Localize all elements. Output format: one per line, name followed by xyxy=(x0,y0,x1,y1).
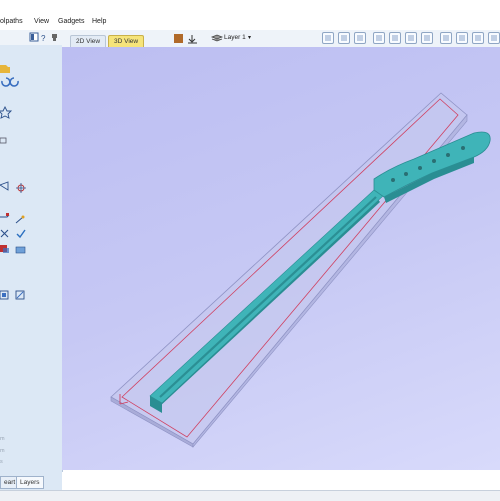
panel-text-3: s xyxy=(0,459,3,465)
menu-bar: olpaths View Gadgets Help xyxy=(0,15,500,29)
import-icon[interactable] xyxy=(188,35,197,44)
image-icon[interactable] xyxy=(15,246,26,254)
layout-icon[interactable] xyxy=(29,32,39,42)
menu-help[interactable]: Help xyxy=(92,18,106,25)
layer-selector[interactable]: Layer 1 xyxy=(224,34,246,41)
folder-icon[interactable] xyxy=(0,65,10,73)
svg-text:?: ? xyxy=(41,34,46,43)
chevron-down-icon[interactable]: ▾ xyxy=(248,34,251,41)
view-top-icon[interactable] xyxy=(338,32,350,44)
pin-icon[interactable] xyxy=(52,34,57,41)
tab-layers[interactable]: Layers xyxy=(16,476,44,489)
left-panel-toolbar-icons: ? xyxy=(29,32,57,43)
measure-icon[interactable] xyxy=(15,215,25,224)
drawing-tools-panel: m m s xyxy=(0,45,63,472)
redo-icon[interactable] xyxy=(9,77,19,87)
help-icon[interactable]: ? xyxy=(41,34,46,43)
panel-tab-strip: eart Layers xyxy=(0,472,62,490)
lighting-icon[interactable] xyxy=(488,32,500,44)
zoom-extents-icon[interactable] xyxy=(322,32,334,44)
3d-viewport[interactable] xyxy=(62,47,500,470)
material-icon[interactable] xyxy=(472,32,484,44)
grid-toggle-icon[interactable] xyxy=(354,32,366,44)
left-panel-toolbar: ? xyxy=(0,30,62,45)
snap-icon[interactable] xyxy=(16,183,26,193)
view-right-icon[interactable] xyxy=(405,32,417,44)
menu-gadgets[interactable]: Gadgets xyxy=(58,18,84,25)
array-icon[interactable] xyxy=(0,290,9,300)
shape-icon[interactable] xyxy=(0,245,9,253)
check-edit-icon[interactable] xyxy=(16,229,26,239)
grid-dots-icon[interactable] xyxy=(0,137,7,144)
tool-icons xyxy=(0,65,26,300)
weld-icon[interactable] xyxy=(0,213,10,218)
nest-icon[interactable] xyxy=(15,290,25,300)
view-left-icon[interactable] xyxy=(421,32,433,44)
menu-toolpaths[interactable]: olpaths xyxy=(0,18,23,25)
layer-icon[interactable] xyxy=(210,34,224,42)
scissors-icon[interactable] xyxy=(0,229,9,238)
panel-text-1: m xyxy=(0,436,5,442)
view-iso-icon[interactable] xyxy=(373,32,385,44)
undo-icon[interactable] xyxy=(1,77,11,87)
view-toolbar-icons xyxy=(174,34,224,44)
menu-view[interactable]: View xyxy=(34,18,49,25)
transform-icon[interactable] xyxy=(0,181,9,191)
view-toolbar: 2D View 3D View Layer 1 ▾ xyxy=(62,30,500,48)
wireframe-icon[interactable] xyxy=(456,32,468,44)
guitar-neck-model xyxy=(110,92,491,448)
star-icon[interactable] xyxy=(0,105,13,119)
render-icon[interactable] xyxy=(174,34,183,43)
panel-text-2: m xyxy=(0,448,5,454)
shading-icon[interactable] xyxy=(440,32,452,44)
truss-rod-slot xyxy=(159,196,377,398)
status-bar xyxy=(0,490,500,501)
view-front-icon[interactable] xyxy=(389,32,401,44)
